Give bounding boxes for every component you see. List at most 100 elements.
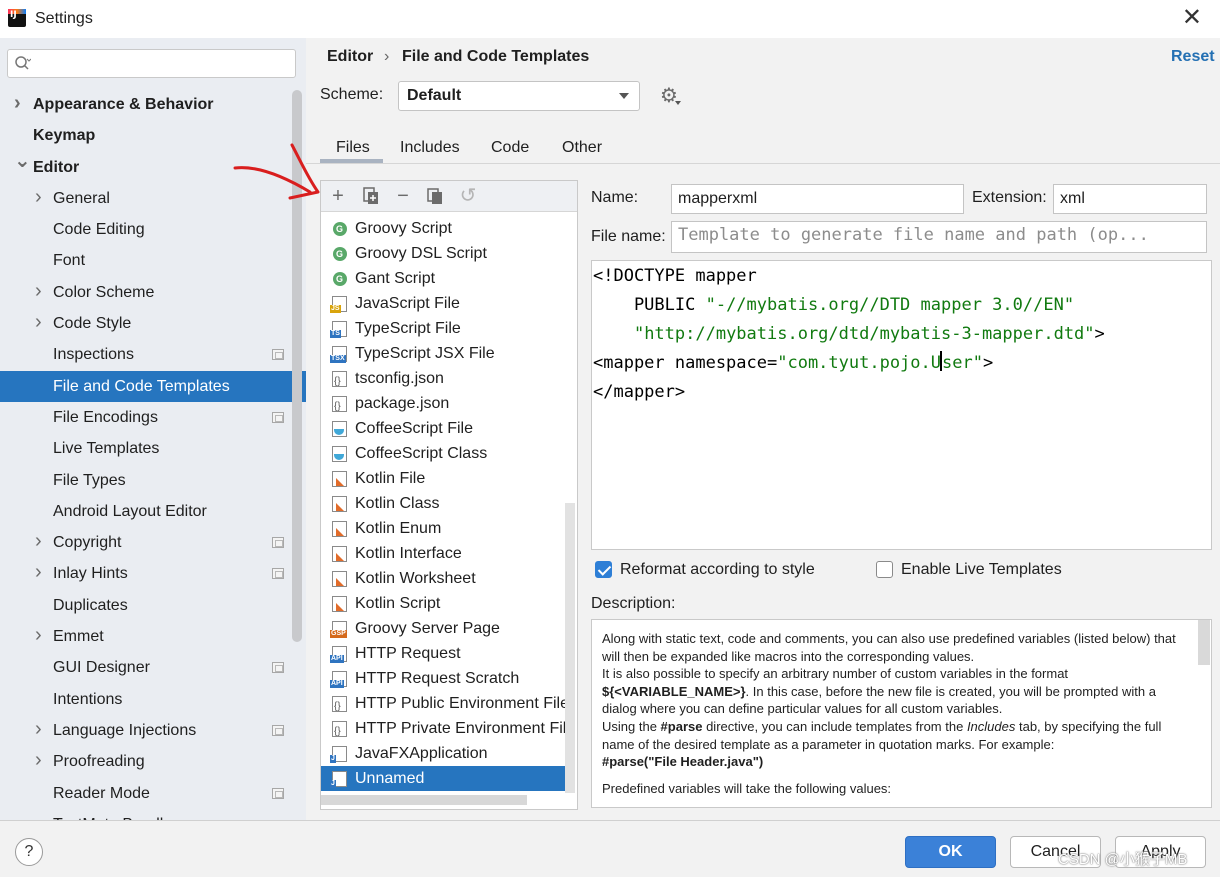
sidebar-item-copyright[interactable]: › Copyright [0,527,306,558]
template-list-item[interactable]: package.json [321,391,565,419]
chevron-right-icon[interactable]: › [35,745,42,776]
template-list-item[interactable]: HTTP Public Environment File [321,691,569,719]
chevron-right-icon[interactable]: › [35,182,42,213]
template-list-item[interactable]: TS TypeScript File [321,316,565,341]
template-list-item[interactable]: CoffeeScript File [321,416,565,441]
sidebar-item-editor[interactable]: ⌄ Editor [0,150,306,183]
sidebar-item-file-encodings[interactable]: File Encodings [0,402,306,433]
chevron-right-icon[interactable]: › [14,88,21,119]
copy-template-icon[interactable] [425,186,445,206]
template-list-item[interactable]: Kotlin Script [321,591,565,616]
name-input[interactable]: mapperxml [671,184,964,214]
chevron-right-icon[interactable]: › [35,307,42,338]
tab-files[interactable]: Files [336,139,370,157]
ok-button[interactable]: OK [905,836,996,868]
tab-includes[interactable]: Includes [400,139,460,157]
help-icon[interactable]: ? [15,838,43,866]
sidebar-item-code-style[interactable]: › Code Style [0,308,306,339]
chevron-right-icon[interactable]: › [35,714,42,745]
sidebar-item-android-layout-editor[interactable]: Android Layout Editor [0,496,306,527]
template-list-item[interactable]: GSP Groovy Server Page [321,616,565,641]
title-bar: Settings ✕ [0,0,1220,38]
gear-icon[interactable]: ⚙ [660,86,681,106]
add-template-icon[interactable]: + [328,186,348,206]
sidebar-item-emmet[interactable]: › Emmet [0,621,306,652]
sidebar-item-color-scheme[interactable]: › Color Scheme [0,277,306,308]
description-paragraph: It is also possible to specify an arbitr… [602,665,1187,718]
sidebar-item-file-types[interactable]: File Types [0,465,306,496]
sidebar-item-general[interactable]: › General [0,183,306,214]
template-label: Kotlin Worksheet [355,570,476,587]
sidebar-item-file-and-code-templates[interactable]: File and Code Templates [0,370,306,402]
template-list-item[interactable]: J JavaFXApplication [321,741,565,766]
template-list-item[interactable]: Groovy Script [321,216,565,242]
code-line: PUBLIC "-//mybatis.org//DTD mapper 3.0//… [593,291,1211,320]
template-list-item[interactable]: Kotlin Interface [321,541,565,566]
create-child-template-icon[interactable] [361,186,381,206]
template-list-item[interactable]: TSX TypeScript JSX File [321,341,565,366]
template-list-item[interactable]: JS JavaScript File [321,291,565,316]
sidebar-item-intentions[interactable]: Intentions [0,684,306,715]
template-list-item[interactable]: API HTTP Request [321,641,565,666]
reset-template-icon[interactable]: ↺ [458,186,478,206]
description-run: directive, you can include templates fro… [702,718,967,734]
template-list-item[interactable]: Gant Script [321,266,565,292]
file-name-input[interactable]: Template to generate file name and path … [671,221,1207,253]
live-templates-checkbox[interactable] [876,561,893,578]
template-label: HTTP Request [355,645,461,662]
reformat-checkbox[interactable] [595,561,612,578]
description-run: Using the [602,718,661,734]
description-run: Includes [966,718,1016,734]
tab-code[interactable]: Code [491,139,529,157]
sidebar-item-label: Keymap [33,127,96,145]
description-scrollbar[interactable] [1198,620,1210,665]
template-code-editor[interactable]: <!DOCTYPE mapper PUBLIC "-//mybatis.org/… [591,260,1212,550]
sidebar-item-inspections[interactable]: Inspections [0,339,306,370]
template-list-item[interactable]: Kotlin Class [321,491,565,516]
template-list-scrollbar[interactable] [565,503,575,793]
template-list-item[interactable]: Groovy DSL Script [321,241,565,267]
template-list-item[interactable]: HTTP Private Environment File [321,716,575,744]
sidebar-item-textmate-bundles[interactable]: TextMate Bundles [0,809,306,820]
code-string: "com.tyut.pojo.U [777,353,941,373]
template-list-item[interactable]: Kotlin Enum [321,516,565,541]
json-file-icon [332,719,347,744]
template-list-item[interactable]: tsconfig.json [321,366,565,394]
chevron-right-icon[interactable]: › [35,557,42,588]
close-icon[interactable]: ✕ [1182,6,1202,30]
sidebar-item-keymap[interactable]: Keymap [0,120,306,151]
sidebar-item-reader-mode[interactable]: Reader Mode [0,778,306,809]
extension-input[interactable]: xml [1053,184,1207,214]
scheme-dropdown[interactable]: Default [398,81,640,111]
tab-other[interactable]: Other [562,139,602,157]
gsp-file-icon: GSP [330,621,347,638]
template-list-item[interactable]: Kotlin Worksheet [321,566,565,591]
settings-search-input[interactable] [7,49,296,78]
sidebar-item-font[interactable]: Font [0,245,306,276]
template-toolbar: + − ↺ [321,181,577,212]
chevron-right-icon[interactable]: › [35,276,42,307]
chevron-right-icon[interactable]: › [35,526,42,557]
remove-template-icon[interactable]: − [393,186,413,206]
code-text: <!DOCTYPE mapper [593,266,757,286]
sidebar-item-code-editing[interactable]: Code Editing [0,214,306,245]
reset-link[interactable]: Reset [1171,48,1215,66]
chevron-down-icon[interactable]: ⌄ [14,146,31,177]
project-scope-icon [272,662,284,674]
template-list-item[interactable]: Kotlin File [321,466,565,491]
template-list-hscrollbar[interactable] [321,795,527,805]
sidebar-item-gui-designer[interactable]: GUI Designer [0,652,306,683]
breadcrumb-editor[interactable]: Editor [327,48,373,66]
template-label: JavaFXApplication [355,745,488,762]
sidebar-item-language-injections[interactable]: › Language Injections [0,715,306,746]
sidebar-item-inlay-hints[interactable]: › Inlay Hints [0,558,306,589]
sidebar-item-duplicates[interactable]: Duplicates [0,590,306,621]
template-list-item[interactable]: CoffeeScript Class [321,441,565,466]
template-list-item[interactable]: J Unnamed [321,766,565,791]
sidebar-item-proofreading[interactable]: › Proofreading [0,746,306,777]
chevron-right-icon[interactable]: › [35,620,42,651]
sidebar-item-appearance-behavior[interactable]: › Appearance & Behavior [0,89,306,120]
sidebar-scrollbar[interactable] [292,90,302,642]
template-list-item[interactable]: API HTTP Request Scratch [321,666,565,691]
sidebar-item-live-templates[interactable]: Live Templates [0,433,306,464]
